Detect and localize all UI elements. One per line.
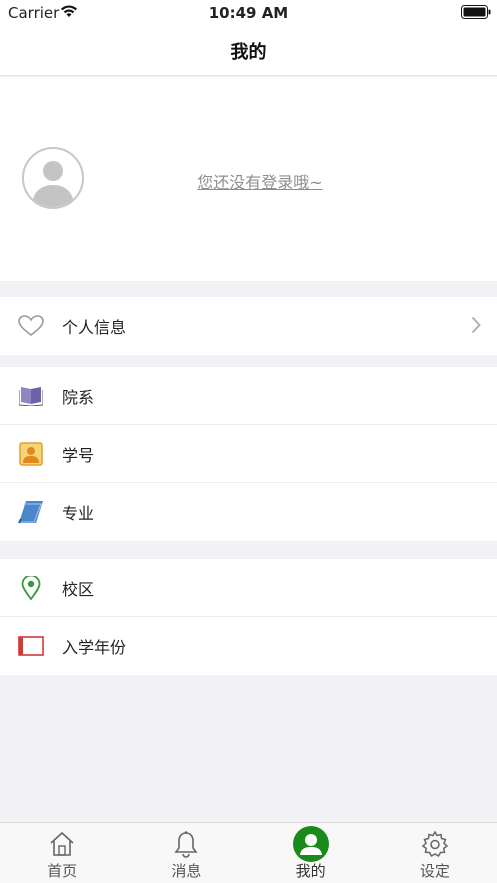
- personal-info-group: 个人信息: [0, 297, 497, 355]
- page-title: 我的: [230, 41, 267, 63]
- row-enrollment-year[interactable]: 入学年份: [0, 617, 497, 675]
- tab-label: 我的: [295, 862, 326, 880]
- tab-messages[interactable]: 消息: [124, 823, 248, 883]
- home-icon: [50, 831, 74, 856]
- screen: Carrier 10:49 AM 我的 您还没有登录哦~ 个人信息 院系 学号 …: [0, 0, 497, 883]
- gear-icon: [421, 830, 449, 858]
- academic-group: 院系 学号 专业: [0, 367, 497, 541]
- heart-icon: [18, 314, 44, 338]
- tab-settings[interactable]: 设定: [373, 823, 497, 883]
- calendar-icon: [18, 634, 44, 658]
- login-link[interactable]: 您还没有登录哦~: [180, 169, 340, 193]
- status-bar: Carrier 10:49 AM: [0, 0, 497, 26]
- campus-group: 校区 入学年份: [0, 559, 497, 675]
- row-label: 校区: [62, 579, 95, 599]
- clock: 10:49 AM: [208, 4, 289, 22]
- profile-header: 您还没有登录哦~: [0, 77, 497, 281]
- row-label: 院系: [62, 387, 95, 407]
- tab-label: 消息: [171, 862, 202, 880]
- tab-bar: 首页 消息 我的 设定: [0, 822, 497, 883]
- row-campus[interactable]: 校区: [0, 559, 497, 617]
- row-label: 专业: [62, 504, 95, 523]
- row-label: 学号: [62, 445, 95, 465]
- tab-home[interactable]: 首页: [0, 823, 124, 883]
- tab-label: 设定: [419, 862, 450, 880]
- row-label: 个人信息: [62, 318, 127, 337]
- book-icon: [18, 384, 44, 408]
- avatar[interactable]: [22, 147, 84, 209]
- row-major[interactable]: 专业: [0, 483, 497, 541]
- user-icon: [292, 826, 329, 862]
- notebook-icon: [18, 500, 44, 524]
- id-card-icon: [18, 442, 44, 466]
- bell-icon: [174, 831, 198, 858]
- tab-label: 首页: [47, 862, 78, 880]
- location-pin-icon: [18, 576, 44, 600]
- navigation-bar: 我的: [0, 26, 497, 76]
- battery-icon: [461, 5, 491, 23]
- default-avatar-icon: [32, 161, 74, 207]
- row-department[interactable]: 院系: [0, 367, 497, 425]
- tab-mine[interactable]: 我的: [249, 823, 373, 883]
- chevron-right-icon: [471, 316, 481, 338]
- row-student-id[interactable]: 学号: [0, 425, 497, 483]
- row-personal-info[interactable]: 个人信息: [0, 297, 497, 355]
- row-label: 入学年份: [62, 638, 127, 657]
